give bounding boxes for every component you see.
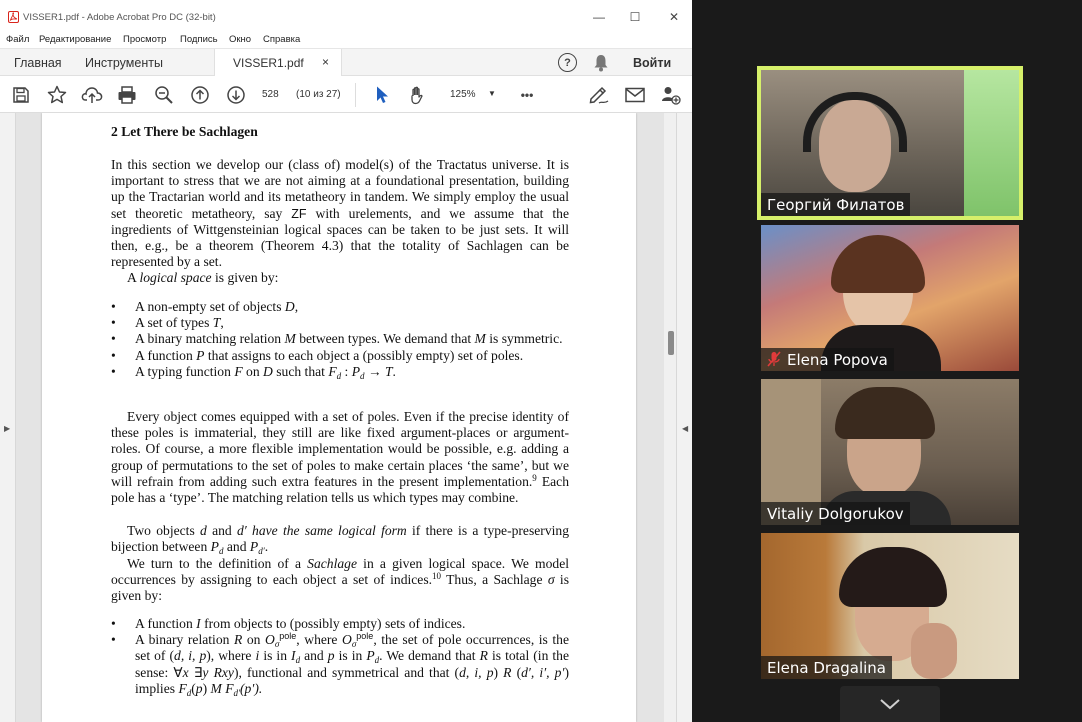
sachlage-list: A function I from objects to (possibly e… <box>111 616 569 697</box>
participant-name: Elena Dragalina <box>761 656 892 679</box>
participant-tile[interactable]: Георгий Филатов <box>757 66 1023 220</box>
acrobat-window: VISSER1.pdf - Adobe Acrobat Pro DC (32-b… <box>0 0 692 722</box>
left-panel-toggle[interactable]: ▶ <box>0 113 16 722</box>
list-item: A set of types T, <box>111 315 569 331</box>
list-item: A function P that assigns to each object… <box>111 348 569 364</box>
page-number-input[interactable]: 528 <box>262 89 279 100</box>
document-viewer[interactable]: ▶ 2 Let There be Sachlagen In this secti… <box>0 113 692 722</box>
paragraph-intro: In this section we develop our (class of… <box>111 157 570 270</box>
list-item: A function I from objects to (possibly e… <box>111 616 569 632</box>
paragraph-logical-form: Two objects d and d′ have the same logic… <box>111 523 569 557</box>
participant-tile[interactable]: Vitaliy Dolgorukov <box>761 379 1019 525</box>
participant-tile[interactable]: Elena Popova <box>761 225 1019 371</box>
muted-microphone-icon <box>767 351 781 367</box>
participant-name: Elena Popova <box>761 348 894 371</box>
video-gallery: Георгий Филатов Elena Popova Vitaliy Dol… <box>692 0 1082 722</box>
headphones-shape <box>803 92 907 152</box>
participant-name: Vitaliy Dolgorukov <box>761 502 910 525</box>
hair-shape <box>835 387 935 439</box>
logical-space-list: A non-empty set of objects D, A set of t… <box>111 299 569 380</box>
cloud-upload-icon[interactable] <box>81 84 103 106</box>
page-count: (10 из 27) <box>296 89 341 100</box>
scroll-down-button[interactable] <box>840 686 940 722</box>
title-bar: VISSER1.pdf - Adobe Acrobat Pro DC (32-b… <box>0 0 692 32</box>
chevron-down-icon[interactable]: ▼ <box>488 89 496 98</box>
tab-document-label: VISSER1.pdf <box>233 56 304 70</box>
tab-tools[interactable]: Инструменты <box>85 56 163 70</box>
menu-edit[interactable]: Редактирование <box>39 34 111 45</box>
maximize-button[interactable]: ☐ <box>622 6 648 28</box>
list-item: A binary matching relation M between typ… <box>111 331 569 347</box>
fill-sign-icon[interactable] <box>588 84 610 106</box>
close-icon: ✕ <box>668 10 680 24</box>
signin-button[interactable]: Войти <box>633 56 671 70</box>
scrollbar-thumb[interactable] <box>668 331 674 355</box>
section-heading: 2 Let There be Sachlagen <box>111 124 258 139</box>
chevron-right-icon: ▶ <box>4 424 11 433</box>
zoom-level[interactable]: 125% <box>450 89 476 100</box>
menu-window[interactable]: Окно <box>229 34 251 45</box>
chevron-down-icon <box>880 699 900 710</box>
paragraph-sachlage: We turn to the definition of a Sachlage … <box>111 556 570 604</box>
more-tools-button[interactable]: ••• <box>516 84 538 106</box>
maximize-icon: ☐ <box>629 10 641 24</box>
hand-shape <box>911 623 957 679</box>
save-icon[interactable] <box>10 84 32 106</box>
menu-file[interactable]: Файл <box>6 34 29 45</box>
menu-bar: Файл Редактирование Просмотр Подпись Окн… <box>0 32 692 48</box>
select-cursor-icon[interactable] <box>371 84 393 106</box>
page-up-icon[interactable] <box>189 84 211 106</box>
menu-help[interactable]: Справка <box>263 34 300 45</box>
window-title: VISSER1.pdf - Adobe Acrobat Pro DC (32-b… <box>23 12 216 23</box>
right-panel-toggle[interactable]: ◀ <box>676 113 692 722</box>
list-item: A typing function F on D such that Fd : … <box>111 364 569 381</box>
page-down-icon[interactable] <box>225 84 247 106</box>
background-shape <box>964 70 1019 216</box>
tab-document[interactable]: VISSER1.pdf × <box>214 49 342 76</box>
participant-name: Георгий Филатов <box>761 193 911 216</box>
close-tab-icon[interactable]: × <box>322 55 329 69</box>
print-icon[interactable] <box>116 84 138 106</box>
list-item: A binary relation R on Oσpole, where Oσp… <box>111 632 569 698</box>
zoom-out-icon[interactable] <box>153 84 175 106</box>
minimize-button[interactable]: — <box>586 6 612 28</box>
tab-home[interactable]: Главная <box>14 56 62 70</box>
close-window-button[interactable]: ✕ <box>661 6 687 28</box>
paragraph-logical-space: A logical space is given by: <box>127 270 279 285</box>
acrobat-icon <box>8 11 19 23</box>
help-icon[interactable]: ? <box>558 53 577 72</box>
hand-icon[interactable] <box>407 84 429 106</box>
menu-view[interactable]: Просмотр <box>123 34 166 45</box>
bell-icon[interactable] <box>593 54 609 72</box>
toolbar: 528 (10 из 27) 125% ▼ ••• <box>0 77 692 113</box>
chevron-left-icon: ◀ <box>682 424 689 433</box>
pdf-page: 2 Let There be Sachlagen In this section… <box>42 113 636 722</box>
bookmark-star-icon[interactable] <box>46 84 68 106</box>
hair-shape <box>839 547 947 607</box>
menu-sign[interactable]: Подпись <box>180 34 218 45</box>
minimize-icon: — <box>593 10 605 24</box>
toolbar-divider <box>355 83 356 107</box>
vertical-scrollbar[interactable] <box>664 113 676 722</box>
paragraph-poles: Every object comes equipped with a set o… <box>111 409 569 506</box>
participant-tile[interactable]: Elena Dragalina <box>761 533 1019 679</box>
tab-bar: Главная Инструменты VISSER1.pdf × ? Войт… <box>0 48 692 76</box>
list-item: A non-empty set of objects D, <box>111 299 569 315</box>
hair-shape <box>831 235 925 293</box>
email-icon[interactable] <box>624 84 646 106</box>
add-user-icon[interactable] <box>660 84 682 106</box>
